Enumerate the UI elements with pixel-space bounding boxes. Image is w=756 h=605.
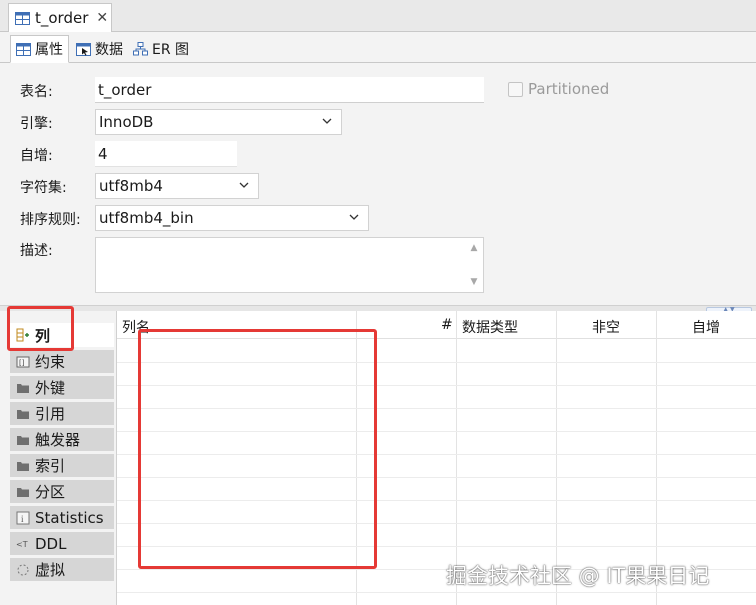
side-item-label: 约束 xyxy=(35,353,66,371)
auto-increment-value: 4 xyxy=(98,144,108,163)
editor-tab-title: t_order xyxy=(35,9,89,27)
chevron-down-icon xyxy=(349,214,359,220)
grid-row-line xyxy=(117,592,756,593)
chevron-down-icon xyxy=(322,118,332,124)
charset-label: 字符集: xyxy=(20,180,67,196)
er-diagram-icon xyxy=(133,42,148,56)
side-item-label: 引用 xyxy=(35,405,66,423)
tab-er-diagram-label: ER 图 xyxy=(152,42,190,58)
side-item-label: 分区 xyxy=(35,483,66,501)
table-name-label: 表名: xyxy=(20,84,53,100)
tab-er-diagram[interactable]: ER 图 xyxy=(127,35,195,63)
column-header-not-null[interactable]: 非空 xyxy=(592,317,620,337)
collation-value: utf8mb4_bin xyxy=(99,209,194,227)
virtual-icon xyxy=(17,564,29,575)
folder-icon xyxy=(17,461,29,471)
info-icon: i xyxy=(16,511,30,524)
side-nav: 列 [] 约束 外键 引用 触发器 索引 分区 i Statistics <T xyxy=(0,311,116,605)
side-item-virtual[interactable]: 虚拟 xyxy=(10,558,114,582)
highlight-empty-grid xyxy=(138,329,377,569)
column-header-auto-increment[interactable]: 自增 xyxy=(692,317,720,337)
table-properties-icon xyxy=(16,42,31,56)
engine-label: 引擎: xyxy=(20,116,53,132)
engine-select[interactable]: InnoDB xyxy=(95,109,342,135)
side-item-label: 外键 xyxy=(35,379,66,397)
table-icon xyxy=(15,11,30,25)
auto-increment-field[interactable]: 4 xyxy=(95,141,237,167)
side-item-references[interactable]: 引用 xyxy=(10,402,114,426)
highlight-columns-tab xyxy=(7,306,74,351)
editor-tab-bar: t_order ✕ xyxy=(0,0,756,32)
auto-increment-label: 自增: xyxy=(20,148,53,164)
table-data-icon xyxy=(76,42,91,56)
svg-text:<T: <T xyxy=(16,540,28,549)
tab-properties-label: 属性 xyxy=(35,42,63,58)
folder-icon xyxy=(17,409,29,419)
description-textarea[interactable]: ▲ ▼ xyxy=(95,237,484,293)
folder-icon xyxy=(17,487,29,497)
column-header-position[interactable]: # xyxy=(441,317,453,333)
side-item-label: 索引 xyxy=(35,457,66,475)
side-item-constraints[interactable]: [] 约束 xyxy=(10,350,114,374)
side-item-label: 触发器 xyxy=(35,431,81,449)
folder-icon xyxy=(17,435,29,445)
svg-text:[]: [] xyxy=(19,359,25,367)
partitioned-checkbox-box[interactable] xyxy=(508,81,523,97)
side-item-ddl[interactable]: <T DDL xyxy=(10,532,114,556)
subtab-bar: 属性 数据 ER 图 xyxy=(0,33,756,63)
table-name-field[interactable]: t_order xyxy=(95,77,484,103)
tab-data[interactable]: 数据 xyxy=(70,35,129,63)
chevron-down-icon xyxy=(239,182,249,188)
description-scrollbar[interactable]: ▲ ▼ xyxy=(465,238,483,292)
side-item-label: Statistics xyxy=(35,508,104,527)
constraint-icon: [] xyxy=(16,356,30,367)
watermark: 掘金技术社区 @ IT果果日记 xyxy=(446,564,710,588)
side-item-label: 虚拟 xyxy=(35,561,66,579)
charset-select[interactable]: utf8mb4 xyxy=(95,173,259,199)
partitioned-label: Partitioned xyxy=(528,80,610,98)
side-item-triggers[interactable]: 触发器 xyxy=(10,428,114,452)
side-item-partitions[interactable]: 分区 xyxy=(10,480,114,504)
partitioned-checkbox[interactable]: Partitioned xyxy=(508,80,609,98)
collation-label: 排序规则: xyxy=(20,212,81,228)
ddl-icon: <T xyxy=(16,540,28,549)
column-header-data-type[interactable]: 数据类型 xyxy=(462,317,518,337)
side-item-foreign-keys[interactable]: 外键 xyxy=(10,376,114,400)
scroll-down-icon[interactable]: ▼ xyxy=(471,277,478,287)
description-label: 描述: xyxy=(20,243,53,259)
side-item-indexes[interactable]: 索引 xyxy=(10,454,114,478)
folder-icon xyxy=(17,383,29,393)
tab-properties[interactable]: 属性 xyxy=(10,35,69,63)
engine-value: InnoDB xyxy=(99,113,154,131)
editor-tab-t-order[interactable]: t_order ✕ xyxy=(8,3,112,32)
charset-value: utf8mb4 xyxy=(99,177,163,195)
tab-data-label: 数据 xyxy=(95,42,123,58)
side-item-label: DDL xyxy=(35,534,67,553)
side-item-statistics[interactable]: i Statistics xyxy=(10,506,114,530)
collation-select[interactable]: utf8mb4_bin xyxy=(95,205,369,231)
close-icon[interactable]: ✕ xyxy=(96,10,108,26)
table-name-value: t_order xyxy=(98,80,152,99)
scroll-up-icon[interactable]: ▲ xyxy=(471,243,478,253)
